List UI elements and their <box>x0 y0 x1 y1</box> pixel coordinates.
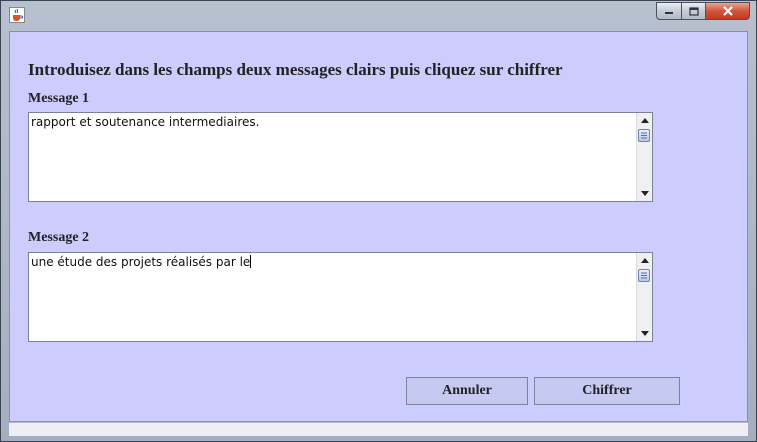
scroll-down-icon[interactable] <box>637 186 652 201</box>
close-icon <box>722 6 733 16</box>
window-frame: Introduisez dans les champs deux message… <box>0 0 757 442</box>
message-1-text: rapport et soutenance intermediaires. <box>31 115 260 129</box>
scroll-up-icon[interactable] <box>637 253 652 268</box>
minimize-button[interactable] <box>656 2 682 20</box>
instruction-heading: Introduisez dans les champs deux message… <box>28 60 563 79</box>
minimize-icon <box>665 12 673 14</box>
maximize-button[interactable] <box>682 2 706 20</box>
window-controls <box>656 2 750 20</box>
title-bar[interactable] <box>1 1 757 31</box>
text-caret <box>250 255 252 268</box>
message-1-label: Message 1 <box>28 91 90 106</box>
window-bottom-edge <box>9 422 748 436</box>
scroll-down-icon[interactable] <box>637 326 652 341</box>
message-2-text-line: une étude des projets réalisés par le <box>31 255 634 269</box>
message-1-scrollbar[interactable] <box>636 113 652 201</box>
scroll-thumb[interactable] <box>638 269 650 282</box>
scroll-thumb[interactable] <box>638 129 650 142</box>
maximize-icon <box>688 6 699 16</box>
message-2-scrollbar[interactable] <box>636 253 652 341</box>
message-2-textarea[interactable]: une étude des projets réalisés par le <box>28 252 653 342</box>
close-button[interactable] <box>706 2 750 20</box>
cancel-button[interactable]: Annuler <box>406 377 528 405</box>
java-cup-icon[interactable] <box>9 7 25 23</box>
message-2-label: Message 2 <box>28 230 90 245</box>
dialog-content: Introduisez dans les champs deux message… <box>9 31 748 422</box>
message-2-text: une étude des projets réalisés par le <box>31 255 251 269</box>
encrypt-button[interactable]: Chiffrer <box>534 377 680 405</box>
message-1-textarea[interactable]: rapport et soutenance intermediaires. <box>28 112 653 202</box>
scroll-up-icon[interactable] <box>637 113 652 128</box>
